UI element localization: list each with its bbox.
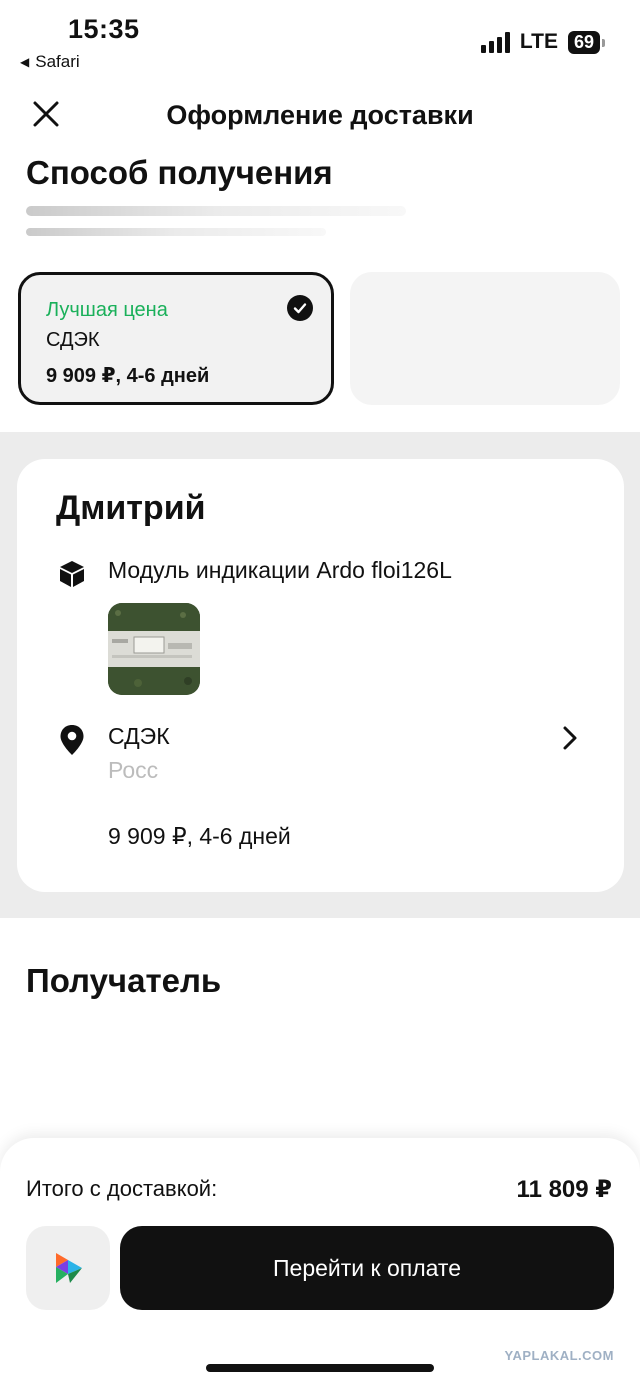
best-price-badge: Лучшая цена: [46, 299, 168, 321]
status-time: 15:35: [68, 14, 140, 44]
back-triangle-icon: ◀: [20, 55, 30, 69]
seller-name: Дмитрий: [56, 489, 206, 527]
status-indicators: LTE 69: [480, 30, 606, 54]
status-bar: 15:35 ◀ Safari LTE 69: [0, 0, 640, 80]
chevron-right-icon[interactable]: [560, 723, 580, 753]
recipient-title: Получатель: [26, 962, 222, 999]
home-indicator[interactable]: [206, 1364, 434, 1372]
cellular-signal-icon: [480, 31, 510, 53]
order-card: Дмитрий Модуль индикации Ardo floi126L С…: [17, 459, 624, 892]
delivery-option-card[interactable]: Лучшая цена СДЭК 9 909 ₽, 4-6 дней: [18, 272, 334, 405]
pickup-point-name: СДЭК: [108, 723, 170, 749]
proceed-to-payment-button[interactable]: Перейти к оплате: [120, 1226, 614, 1310]
redacted-text: [26, 228, 326, 236]
delivery-option-price: 9 909 ₽, 4-6 дней: [46, 365, 210, 387]
payment-method-button[interactable]: [26, 1226, 110, 1310]
total-label: Итого с доставкой:: [26, 1176, 218, 1201]
product-name: Модуль индикации Ardo floi126L: [108, 557, 452, 583]
pickup-point-address: Росс: [108, 757, 159, 783]
page-title: Оформление доставки: [166, 100, 474, 130]
back-to-app-button[interactable]: ◀ Safari: [20, 52, 80, 72]
delivery-method-title: Способ получения: [26, 154, 333, 191]
back-app-label: Safari: [35, 52, 80, 71]
battery-icon: 69: [567, 30, 606, 54]
package-icon: [60, 561, 84, 587]
watermark: YAPLAKAL.COM: [504, 1348, 614, 1363]
payment-system-logo-icon: [56, 1253, 82, 1283]
selected-check-icon: [287, 295, 313, 321]
redacted-text: [26, 206, 406, 216]
page-header: Оформление доставки: [0, 88, 640, 140]
network-type: LTE: [519, 30, 558, 53]
delivery-option-card-redacted[interactable]: [350, 272, 620, 405]
delivery-option-name: СДЭК: [46, 329, 100, 351]
location-pin-icon: [60, 725, 84, 755]
pickup-price: 9 909 ₽, 4-6 дней: [108, 823, 291, 849]
total-value: 11 809 ₽: [516, 1176, 612, 1203]
product-image[interactable]: [108, 603, 200, 695]
